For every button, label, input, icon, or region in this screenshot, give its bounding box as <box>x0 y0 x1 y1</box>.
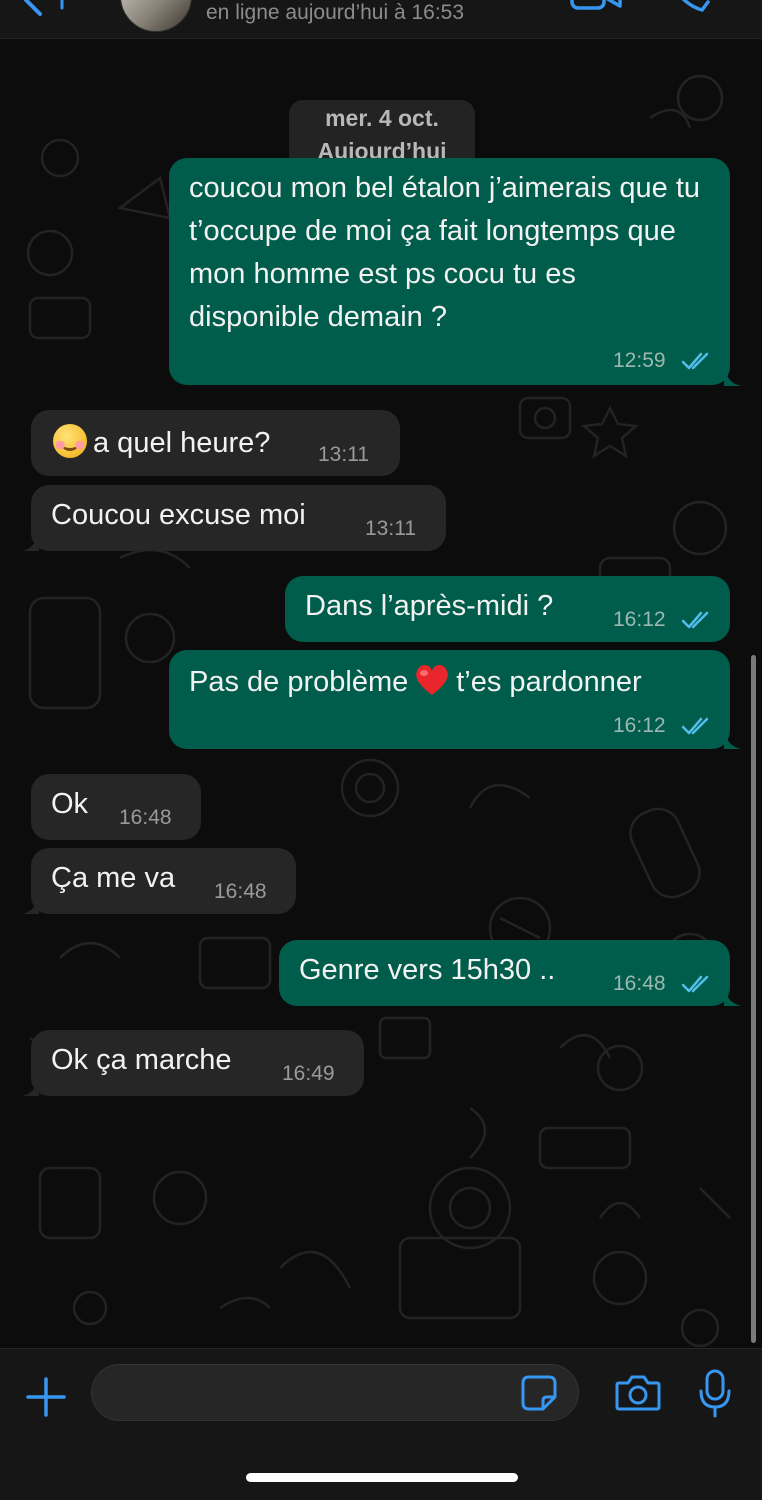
message-text: Pas de problème <box>189 666 409 698</box>
bubble-tail <box>21 1078 39 1096</box>
bubble-tail <box>21 533 39 551</box>
message-text: Genre vers 15h30 .. <box>299 954 556 986</box>
message-time: 16:12 <box>613 714 666 737</box>
outgoing-message-bubble[interactable]: Genre vers 15h30 .. 16:48 <box>279 940 730 1006</box>
voice-call-icon[interactable] <box>666 0 716 14</box>
message-text: Coucou excuse moi <box>51 499 306 531</box>
chat-header: en ligne aujourd’hui à 16:53 <box>0 0 762 39</box>
sticker-icon[interactable] <box>521 1375 557 1411</box>
outgoing-message-bubble[interactable]: Pas de problème t’es pardonner 16:12 <box>169 650 730 749</box>
contact-avatar[interactable] <box>120 0 192 32</box>
read-receipt-icon <box>681 975 709 993</box>
bubble-tail <box>724 731 742 749</box>
message-content: Pas de problème t’es pardonner <box>189 663 642 699</box>
contact-status: en ligne aujourd’hui à 16:53 <box>206 1 465 24</box>
message-composer <box>0 1348 762 1500</box>
incoming-message-bubble[interactable]: Coucou excuse moi 13:11 <box>31 485 446 551</box>
message-text: t’es pardonner <box>456 666 642 698</box>
incoming-message-bubble[interactable]: Ça me va 16:48 <box>31 848 296 914</box>
home-indicator <box>246 1473 518 1482</box>
red-heart-emoji-icon <box>416 665 449 695</box>
bubble-tail <box>21 896 39 914</box>
message-time: 16:48 <box>214 880 267 903</box>
message-input[interactable] <box>91 1364 579 1421</box>
message-text: coucou mon bel étalon j’aimerais que tu … <box>189 172 701 333</box>
incoming-message-bubble[interactable]: Ok 16:48 <box>31 774 201 840</box>
read-receipt-icon <box>681 352 709 370</box>
microphone-icon[interactable] <box>698 1369 732 1419</box>
read-receipt-icon <box>681 717 709 735</box>
message-time: 16:49 <box>282 1062 335 1085</box>
message-time: 12:59 <box>613 349 666 372</box>
message-time: 16:12 <box>613 608 666 631</box>
back-chevron-icon[interactable] <box>18 0 78 16</box>
message-content: a quel heure? <box>53 424 270 460</box>
scrollbar[interactable] <box>751 655 756 1343</box>
date-label: mer. 4 oct. <box>325 105 439 131</box>
plus-icon[interactable] <box>26 1377 66 1417</box>
message-time: 16:48 <box>119 806 172 829</box>
incoming-message-bubble[interactable]: a quel heure? 13:11 <box>31 410 400 476</box>
message-time: 13:11 <box>318 443 369 466</box>
bubble-tail <box>724 368 742 386</box>
bubble-tail <box>724 988 742 1006</box>
message-text: Ok <box>51 788 89 820</box>
message-time: 16:48 <box>613 972 666 995</box>
message-text: Ok ça marche <box>51 1044 232 1076</box>
relieved-face-emoji-icon <box>53 424 87 458</box>
message-text: a quel heure? <box>93 427 271 459</box>
message-text: Dans l’après-midi ? <box>305 590 554 622</box>
chat-screen: en ligne aujourd’hui à 16:53 mer. 4 oct.… <box>0 0 762 1500</box>
camera-icon[interactable] <box>615 1373 661 1413</box>
message-time: 13:11 <box>365 517 416 540</box>
incoming-message-bubble[interactable]: Ok ça marche 16:49 <box>31 1030 364 1096</box>
outgoing-message-bubble[interactable]: coucou mon bel étalon j’aimerais que tu … <box>169 158 730 385</box>
message-list[interactable]: mer. 4 oct. Aujourd’hui coucou mon bel é… <box>0 38 762 1348</box>
outgoing-message-bubble[interactable]: Dans l’après-midi ? 16:12 <box>285 576 730 642</box>
read-receipt-icon <box>681 611 709 629</box>
video-call-icon[interactable] <box>568 0 624 14</box>
message-text: Ça me va <box>51 862 176 894</box>
